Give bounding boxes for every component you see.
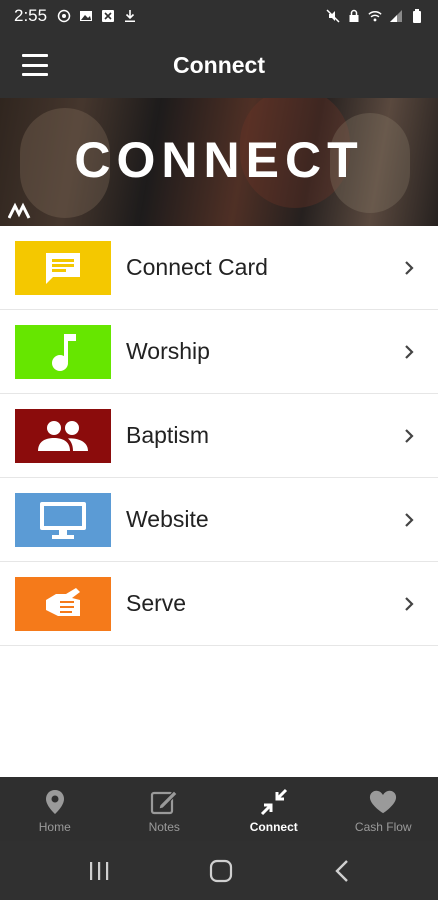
item-label: Serve <box>126 590 187 616</box>
heart-icon <box>369 788 397 816</box>
baptism-tile <box>15 409 111 463</box>
list-item-worship[interactable]: Worship <box>0 310 438 394</box>
signal-icon <box>389 9 403 23</box>
edit-icon <box>150 788 178 816</box>
mute-icon <box>326 9 340 23</box>
tab-label: Home <box>38 820 71 834</box>
tab-home[interactable]: Home <box>0 777 110 841</box>
whatsapp-icon <box>57 9 71 23</box>
connect-menu-list: Connect Card Worship Baptism Website Ser… <box>0 226 438 646</box>
chevron-right-icon <box>405 513 414 527</box>
excel-icon <box>101 9 115 23</box>
item-label: Connect Card <box>126 254 268 280</box>
hero-banner: CONNECT <box>0 98 438 226</box>
status-bar: 2:55 <box>0 0 438 32</box>
music-note-icon <box>52 334 76 371</box>
serve-tile <box>15 577 111 631</box>
tab-cash-flow[interactable]: Cash Flow <box>329 777 438 841</box>
item-label: Worship <box>126 338 210 364</box>
battery-icon <box>410 9 424 23</box>
compress-arrows-icon <box>260 788 288 816</box>
status-time: 2:55 <box>14 6 48 25</box>
lock-icon <box>347 9 361 23</box>
hero-title: CONNECT <box>74 132 364 188</box>
people-icon <box>38 421 88 451</box>
location-pin-icon <box>41 788 69 816</box>
worship-tile <box>15 325 111 379</box>
website-tile <box>15 493 111 547</box>
home-circle-icon[interactable] <box>208 859 234 883</box>
image-icon <box>79 9 93 23</box>
tab-connect[interactable]: Connect <box>219 777 329 841</box>
status-left-icons <box>57 9 137 23</box>
tab-label: Connect <box>249 820 298 834</box>
recents-icon[interactable] <box>86 859 112 883</box>
chevron-right-icon <box>405 429 414 443</box>
connect-card-tile <box>15 241 111 295</box>
chevron-right-icon <box>405 597 414 611</box>
download-icon <box>123 9 137 23</box>
list-item-website[interactable]: Website <box>0 478 438 562</box>
system-nav-bar <box>0 841 438 900</box>
tab-notes[interactable]: Notes <box>110 777 220 841</box>
back-icon[interactable] <box>330 859 356 883</box>
page-title: Connect <box>173 51 265 78</box>
app-bar: Connect <box>0 32 438 98</box>
list-item-baptism[interactable]: Baptism <box>0 394 438 478</box>
bottom-tab-bar: Home Notes Connect Cash Flow <box>0 777 438 841</box>
church-logo <box>8 202 31 219</box>
chevron-right-icon <box>405 261 414 275</box>
message-icon <box>46 253 80 284</box>
wifi-icon <box>368 9 382 23</box>
item-label: Baptism <box>126 422 210 448</box>
hand-icon <box>46 588 80 616</box>
item-label: Website <box>126 506 209 532</box>
list-item-connect-card[interactable]: Connect Card <box>0 226 438 310</box>
tab-label: Notes <box>148 820 180 834</box>
status-right-icons <box>326 9 424 23</box>
list-item-serve[interactable]: Serve <box>0 562 438 646</box>
tab-label: Cash Flow <box>354 820 412 834</box>
chevron-right-icon <box>405 345 414 359</box>
hamburger-menu-icon[interactable] <box>22 54 48 76</box>
monitor-icon <box>40 502 86 539</box>
